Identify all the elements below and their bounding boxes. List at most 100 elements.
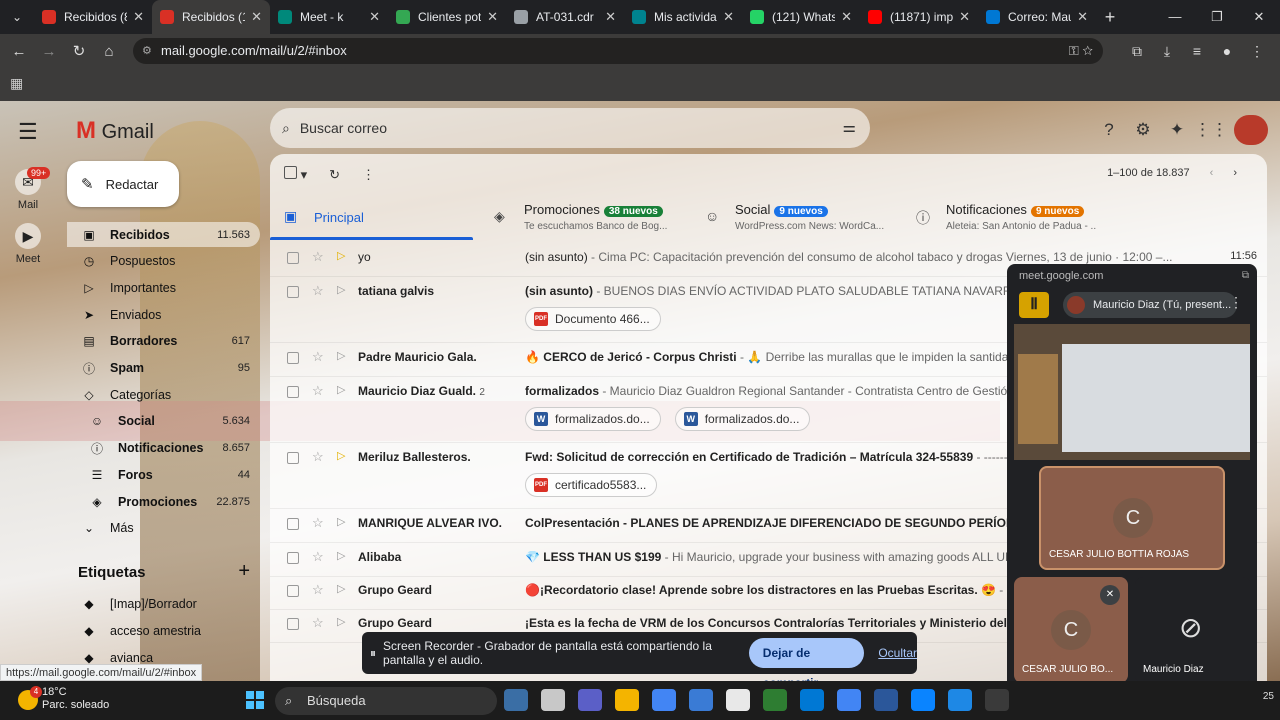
attachment-chip[interactable]: PDF certificado5583... (525, 473, 658, 497)
tab-close-icon[interactable]: ✕ (251, 9, 262, 25)
importance-marker-icon[interactable]: ▷ (337, 515, 345, 528)
taskbar-app-icon[interactable] (652, 689, 676, 711)
select-all-checkbox[interactable]: ▾ (284, 166, 307, 183)
nav-item-foros[interactable]: ☰ Foros 44 (67, 462, 260, 487)
tab-search-dropdown[interactable]: ⌄ (0, 0, 34, 34)
nav-item-borradores[interactable]: ▤ Borradores 617 (67, 329, 260, 354)
settings-icon[interactable]: ⚙ (1126, 120, 1160, 140)
browser-tab[interactable]: AT-031.cdr ✕ (506, 0, 624, 34)
taskbar-app-icon[interactable] (541, 689, 565, 711)
importance-marker-icon[interactable]: ▷ (337, 383, 345, 396)
stop-sharing-button[interactable]: Dejar de compartir (748, 638, 865, 690)
nav-item-recibidos[interactable]: ▣ Recibidos 11.563 (67, 222, 260, 247)
tab-close-icon[interactable]: ✕ (133, 9, 144, 25)
help-icon[interactable]: ? (1092, 120, 1126, 140)
forward-button[interactable]: → (34, 43, 64, 60)
taskbar-app-icon[interactable] (726, 689, 750, 711)
row-checkbox[interactable] (287, 618, 299, 630)
browser-tab[interactable]: (11871) impa ✕ (860, 0, 978, 34)
browser-tab[interactable]: Recibidos (11 ✕ (152, 0, 270, 34)
row-checkbox[interactable] (287, 386, 299, 398)
taskbar-app-icon[interactable] (874, 689, 898, 711)
row-checkbox[interactable] (287, 518, 299, 530)
minimize-button[interactable]: — (1154, 0, 1196, 34)
tab-notificaciones[interactable]: ⓘ Notificaciones 9 nuevos Aleteia: San Anto… (916, 192, 1116, 242)
presenter-chip[interactable]: Mauricio Diaz (Tú, present... (1063, 292, 1237, 318)
importance-marker-icon[interactable]: ▷ (337, 449, 345, 462)
rail-meet[interactable]: ▶ Meet (8, 223, 48, 265)
nav-item-notificaciones[interactable]: ⓘ Notificaciones 8.657 (67, 436, 260, 461)
star-icon[interactable]: ☆ (312, 383, 324, 399)
tab-close-icon[interactable]: ✕ (1077, 9, 1088, 25)
tab-close-icon[interactable]: ✕ (959, 9, 970, 25)
account-avatar[interactable] (1234, 115, 1268, 145)
star-icon[interactable]: ☆ (312, 349, 324, 365)
menu-icon[interactable]: ⋮ (1242, 43, 1272, 60)
restore-button[interactable]: ❐ (1196, 0, 1238, 34)
nav-item-enviados[interactable]: ➤ Enviados (67, 302, 260, 327)
gmail-logo[interactable]: M Gmail (76, 117, 154, 145)
star-icon[interactable]: ☆ (312, 283, 324, 299)
extensions-icon[interactable]: ⧉ (1122, 43, 1152, 60)
nav-item-promociones[interactable]: ◈ Promociones 22.875 (67, 489, 260, 514)
tab-close-icon[interactable]: ✕ (841, 9, 852, 25)
row-checkbox[interactable] (287, 552, 299, 564)
search-bar[interactable]: ⌕ Buscar correo ⚌ (270, 108, 870, 148)
tab-principal[interactable]: ▣ Principal (284, 192, 484, 242)
home-button[interactable]: ⌂ (94, 43, 124, 60)
key-and-star-icons[interactable]: ⚿ ☆ (1069, 38, 1093, 64)
meet-more-icon[interactable]: ⋮ (1229, 294, 1243, 311)
new-tab-button[interactable]: + (1096, 7, 1124, 28)
tab-social[interactable]: ☺ Social 9 nuevos WordPress.com News: WordC… (705, 192, 905, 242)
taskbar-app-icon[interactable] (800, 689, 824, 711)
browser-tab[interactable]: Mis actividad ✕ (624, 0, 742, 34)
nav-item-social[interactable]: ☺ Social 5.634 (67, 409, 260, 434)
star-icon[interactable]: ☆ (312, 449, 324, 465)
next-page-icon[interactable]: › (1233, 167, 1237, 179)
importance-marker-icon[interactable]: ▷ (337, 549, 345, 562)
taskbar-app-icon[interactable] (763, 689, 787, 711)
importance-marker-icon[interactable]: ▷ (337, 615, 345, 628)
browser-tab[interactable]: Correo: Maur ✕ (978, 0, 1096, 34)
taskbar-app-icon[interactable] (615, 689, 639, 711)
tab-promociones[interactable]: ◈ Promociones 38 nuevos Te escuchamos Banco… (494, 192, 694, 242)
row-checkbox[interactable] (287, 286, 299, 298)
nav-item-más[interactable]: ⌄ Más (67, 516, 260, 541)
site-info-icon[interactable]: ⚙ (142, 38, 152, 64)
taskbar-app-icon[interactable] (985, 689, 1009, 711)
main-menu-icon[interactable]: ☰ (18, 119, 38, 145)
add-label-button[interactable]: + (238, 560, 250, 583)
taskbar-app-icon[interactable] (689, 689, 713, 711)
gemini-icon[interactable]: ✦ (1160, 120, 1194, 140)
close-window-button[interactable]: ✕ (1238, 0, 1280, 34)
taskbar-app-icon[interactable] (911, 689, 935, 711)
row-checkbox[interactable] (287, 252, 299, 264)
nav-item-importantes[interactable]: ▷ Importantes (67, 275, 260, 300)
meet-expand-icon[interactable]: ⧉ (1242, 270, 1249, 281)
nav-item-pospuestos[interactable]: ◷ Pospuestos (67, 249, 260, 274)
star-icon[interactable]: ☆ (312, 615, 324, 631)
importance-marker-icon[interactable]: ▷ (337, 249, 345, 262)
download-icon[interactable]: ⤓ (1152, 43, 1182, 60)
tab-close-icon[interactable]: ✕ (605, 9, 616, 25)
tab-close-icon[interactable]: ✕ (369, 9, 380, 25)
attachment-chip[interactable]: Wformalizados.do... (674, 407, 811, 431)
media-icon[interactable]: ≡ (1182, 43, 1212, 59)
reload-button[interactable]: ↻ (64, 42, 94, 60)
browser-tab[interactable]: Clientes pote ✕ (388, 0, 506, 34)
row-checkbox[interactable] (287, 452, 299, 464)
row-checkbox[interactable] (287, 585, 299, 597)
tab-close-icon[interactable]: ✕ (723, 9, 734, 25)
refresh-icon[interactable]: ↻ (329, 167, 340, 183)
hide-share-bar-button[interactable]: Ocultar (878, 646, 917, 660)
taskbar-app-icon[interactable] (948, 689, 972, 711)
attachment-chip[interactable]: Wformalizados.do... (525, 407, 661, 431)
star-icon[interactable]: ☆ (312, 515, 324, 531)
weather-widget[interactable]: 4 18°C Parc. soleado (18, 686, 109, 712)
taskbar-app-icon[interactable] (504, 689, 528, 711)
start-button[interactable] (246, 691, 264, 709)
url-field[interactable]: ⚙ mail.google.com/mail/u/2/#inbox ⚿ ☆ (133, 38, 1103, 64)
tab-close-icon[interactable]: ✕ (487, 9, 498, 25)
nav-item-categorías[interactable]: ◇ Categorías (67, 382, 260, 407)
prev-page-icon[interactable]: ‹ (1210, 167, 1214, 179)
